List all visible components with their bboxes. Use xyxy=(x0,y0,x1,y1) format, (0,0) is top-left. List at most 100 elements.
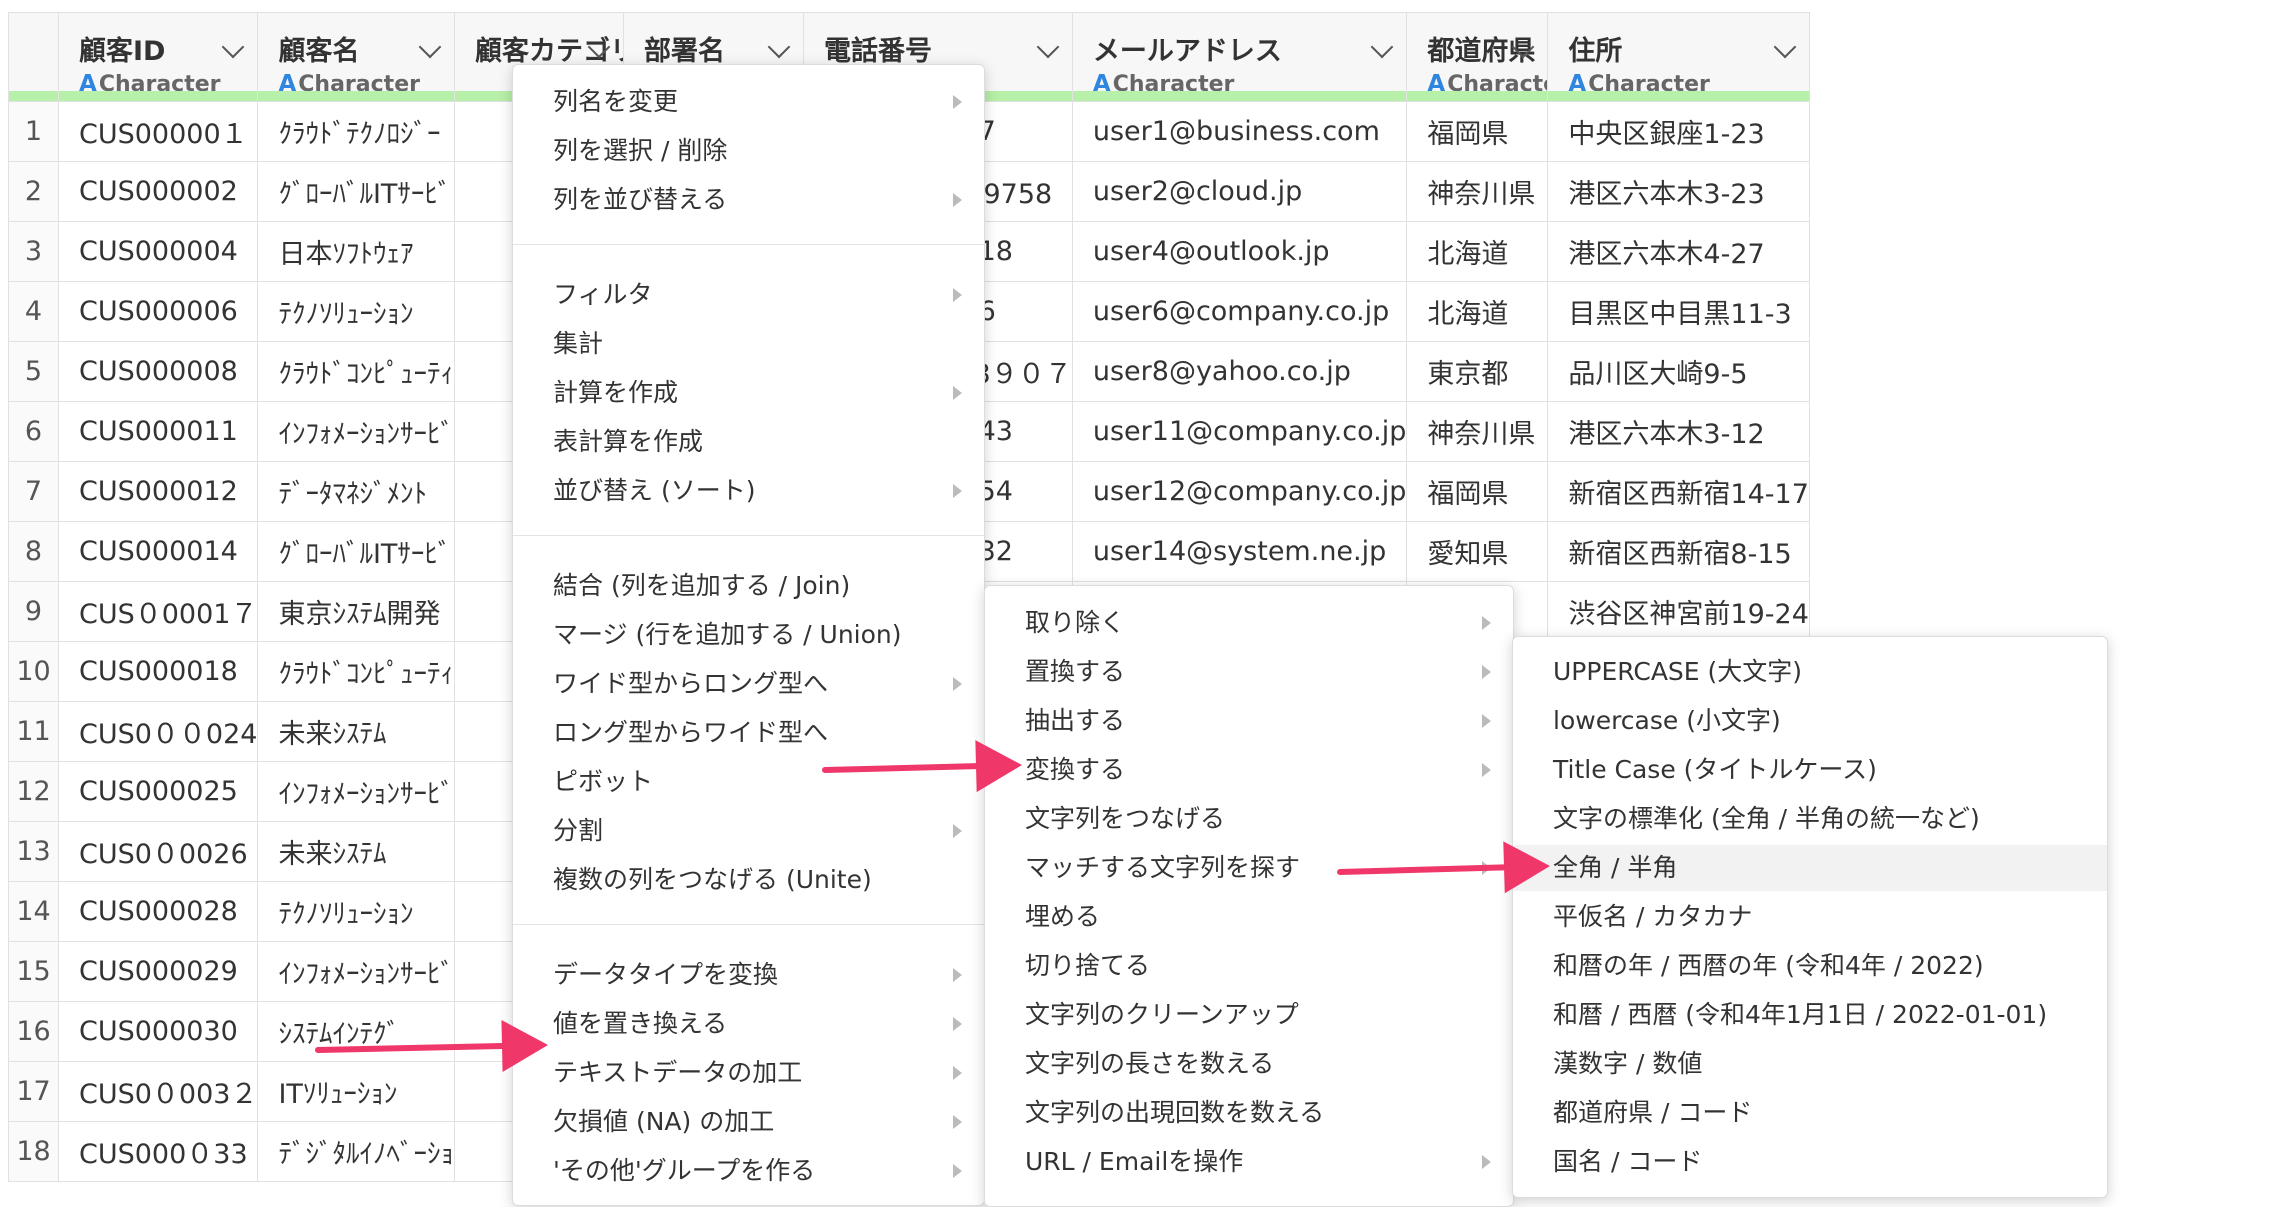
address-cell[interactable]: 目黒区中目黒11-3 xyxy=(1547,281,1810,342)
row-number[interactable]: 8 xyxy=(8,521,59,582)
customer-name-cell[interactable]: ITｿﾘｭｰｼｮﾝ xyxy=(257,1061,455,1122)
context-menu-item[interactable]: 値を置き換える xyxy=(513,1001,984,1047)
customer-id-cell[interactable]: CUS000028 xyxy=(57,881,259,942)
customer-name-cell[interactable]: ﾃﾞｰﾀﾏﾈｼﾞﾒﾝﾄ xyxy=(257,461,455,522)
address-cell[interactable]: 中央区銀座1-23 xyxy=(1547,101,1810,162)
prefecture-cell[interactable]: 北海道 xyxy=(1406,281,1549,342)
customer-id-cell[interactable]: CUS０0001７ xyxy=(57,581,259,642)
prefecture-cell[interactable]: 神奈川県 xyxy=(1406,401,1549,462)
address-cell[interactable]: 渋谷区神宮前19-24 xyxy=(1547,581,1810,642)
text-submenu-item[interactable]: 文字列の出現回数を数える xyxy=(985,1090,1513,1136)
customer-name-cell[interactable]: ｲﾝﾌｫﾒｰｼｮﾝｻｰﾋﾞ xyxy=(257,761,455,822)
row-number[interactable]: 10 xyxy=(8,641,59,702)
column-header[interactable]: 顧客名 ACharacter xyxy=(257,12,455,102)
row-number[interactable]: 18 xyxy=(8,1121,59,1182)
customer-name-cell[interactable]: ｸﾗｳﾄﾞﾃｸﾉﾛｼﾞｰ xyxy=(257,101,455,162)
row-number[interactable]: 12 xyxy=(8,761,59,822)
row-number[interactable]: 13 xyxy=(8,821,59,882)
customer-id-cell[interactable]: CUS000002 xyxy=(57,161,259,222)
column-header[interactable]: 顧客ID ACharacter xyxy=(57,12,259,102)
context-menu-item[interactable]: 分割 xyxy=(513,808,984,854)
convert-submenu-item[interactable]: 和暦 / 西暦 (令和4年1月1日 / 2022-01-01) xyxy=(1513,992,2107,1038)
context-menu-item[interactable]: 並び替え (ソート) xyxy=(513,468,984,514)
customer-name-cell[interactable]: ｼｽﾃﾑｲﾝﾃｸﾞ xyxy=(257,1001,455,1062)
email-cell[interactable]: user2@cloud.jp xyxy=(1071,161,1408,222)
prefecture-cell[interactable]: 愛知県 xyxy=(1406,521,1549,582)
customer-id-cell[interactable]: CUS000004 xyxy=(57,221,259,282)
row-number[interactable]: 9 xyxy=(8,581,59,642)
prefecture-cell[interactable]: 福岡県 xyxy=(1406,461,1549,522)
convert-submenu-item[interactable]: UPPERCASE (大文字) xyxy=(1513,649,2107,695)
customer-id-cell[interactable]: CUS000025 xyxy=(57,761,259,822)
text-submenu-item[interactable]: 抽出する xyxy=(985,698,1513,744)
address-cell[interactable]: 港区六本木3-12 xyxy=(1547,401,1810,462)
customer-id-cell[interactable]: CUS000018 xyxy=(57,641,259,702)
customer-id-cell[interactable]: CUS000029 xyxy=(57,941,259,1002)
email-cell[interactable]: user1@business.com xyxy=(1071,101,1408,162)
row-number[interactable]: 1 xyxy=(8,101,59,162)
customer-name-cell[interactable]: 日本ｿﾌﾄｳｪｱ xyxy=(257,221,455,282)
chevron-down-icon[interactable] xyxy=(1773,35,1797,59)
email-cell[interactable]: user14@system.ne.jp xyxy=(1071,521,1408,582)
chevron-down-icon[interactable] xyxy=(1371,35,1394,59)
customer-id-cell[interactable]: CUS0０0026 xyxy=(57,821,259,882)
row-number[interactable]: 14 xyxy=(8,881,59,942)
email-cell[interactable]: user6@company.co.jp xyxy=(1071,281,1408,342)
row-number[interactable]: 6 xyxy=(8,401,59,462)
customer-name-cell[interactable]: ｸﾗｳﾄﾞｺﾝﾋﾟｭｰﾃｨ xyxy=(257,341,455,402)
customer-name-cell[interactable]: ｸﾗｳﾄﾞｺﾝﾋﾟｭｰﾃｨ xyxy=(257,641,455,702)
customer-name-cell[interactable]: ﾃﾞｼﾞﾀﾙｲﾉﾍﾞｰｼｮ xyxy=(257,1121,455,1182)
customer-name-cell[interactable]: ﾃｸﾉｿﾘｭｰｼｮﾝ xyxy=(257,881,455,942)
customer-id-cell[interactable]: CUS000０33 xyxy=(57,1121,259,1182)
column-header[interactable]: 都道府県 ACharacter xyxy=(1406,12,1549,102)
row-number[interactable]: 11 xyxy=(8,701,59,762)
context-menu-item[interactable]: マージ (行を追加する / Union) xyxy=(513,612,984,658)
row-number[interactable]: 2 xyxy=(8,161,59,222)
text-submenu-item[interactable]: URL / Emailを操作 xyxy=(985,1139,1513,1185)
email-cell[interactable]: user4@outlook.jp xyxy=(1071,221,1408,282)
address-cell[interactable]: 港区六本木4-27 xyxy=(1547,221,1810,282)
prefecture-cell[interactable]: 神奈川県 xyxy=(1406,161,1549,222)
text-submenu-item[interactable]: 文字列のクリーンアップ xyxy=(985,992,1513,1038)
context-menu-item[interactable]: 集計 xyxy=(513,321,984,367)
customer-name-cell[interactable]: 未来ｼｽﾃﾑ xyxy=(257,701,455,762)
context-menu-item[interactable]: 列を並び替える xyxy=(513,177,984,223)
chevron-down-icon[interactable] xyxy=(767,35,791,59)
customer-id-cell[interactable]: CUS000030 xyxy=(57,1001,259,1062)
context-menu-item[interactable]: 列を選択 / 削除 xyxy=(513,128,984,174)
prefecture-cell[interactable]: 北海道 xyxy=(1406,221,1549,282)
convert-submenu-item[interactable]: 漢数字 / 数値 xyxy=(1513,1041,2107,1087)
text-submenu-item[interactable]: 変換する xyxy=(985,747,1513,793)
email-cell[interactable]: user12@company.co.jp xyxy=(1071,461,1408,522)
email-cell[interactable]: user8@yahoo.co.jp xyxy=(1071,341,1408,402)
customer-id-cell[interactable]: CUS000014 xyxy=(57,521,259,582)
address-cell[interactable]: 港区六本木3-23 xyxy=(1547,161,1810,222)
customer-name-cell[interactable]: ﾃｸﾉｿﾘｭｰｼｮﾝ xyxy=(257,281,455,342)
convert-submenu-item[interactable]: Title Case (タイトルケース) xyxy=(1513,747,2107,793)
convert-submenu-item[interactable]: 都道府県 / コード xyxy=(1513,1090,2107,1136)
context-menu-item[interactable]: 表計算を作成 xyxy=(513,419,984,465)
row-number[interactable]: 16 xyxy=(8,1001,59,1062)
context-menu-item[interactable]: テキストデータの加工 xyxy=(513,1050,984,1096)
customer-id-cell[interactable]: CUS000008 xyxy=(57,341,259,402)
customer-id-cell[interactable]: CUS000006 xyxy=(57,281,259,342)
row-number[interactable]: 4 xyxy=(8,281,59,342)
context-menu-item[interactable]: 結合 (列を追加する / Join) xyxy=(513,563,984,609)
customer-id-cell[interactable]: CUS00000１ xyxy=(57,101,259,162)
customer-name-cell[interactable]: ｲﾝﾌｫﾒｰｼｮﾝｻｰﾋﾞ xyxy=(257,941,455,1002)
chevron-down-icon[interactable] xyxy=(418,35,442,59)
chevron-down-icon[interactable] xyxy=(222,35,245,59)
row-number[interactable]: 3 xyxy=(8,221,59,282)
address-cell[interactable]: 新宿区西新宿8-15 xyxy=(1547,521,1810,582)
convert-submenu-item[interactable]: 国名 / コード xyxy=(1513,1139,2107,1185)
convert-submenu-item[interactable]: 全角 / 半角 xyxy=(1513,845,2107,891)
convert-submenu-item[interactable]: 文字の標準化 (全角 / 半角の統一など) xyxy=(1513,796,2107,842)
prefecture-cell[interactable]: 東京都 xyxy=(1406,341,1549,402)
text-submenu-item[interactable]: 文字列をつなげる xyxy=(985,796,1513,842)
context-menu-item[interactable]: 複数の列をつなげる (Unite) xyxy=(513,857,984,903)
customer-name-cell[interactable]: ｲﾝﾌｫﾒｰｼｮﾝｻｰﾋﾞ xyxy=(257,401,455,462)
customer-id-cell[interactable]: CUS0０003２ xyxy=(57,1061,259,1122)
convert-submenu-item[interactable]: lowercase (小文字) xyxy=(1513,698,2107,744)
email-cell[interactable]: user11@company.co.jp xyxy=(1071,401,1408,462)
context-menu-item[interactable]: 欠損値 (NA) の加工 xyxy=(513,1099,984,1145)
